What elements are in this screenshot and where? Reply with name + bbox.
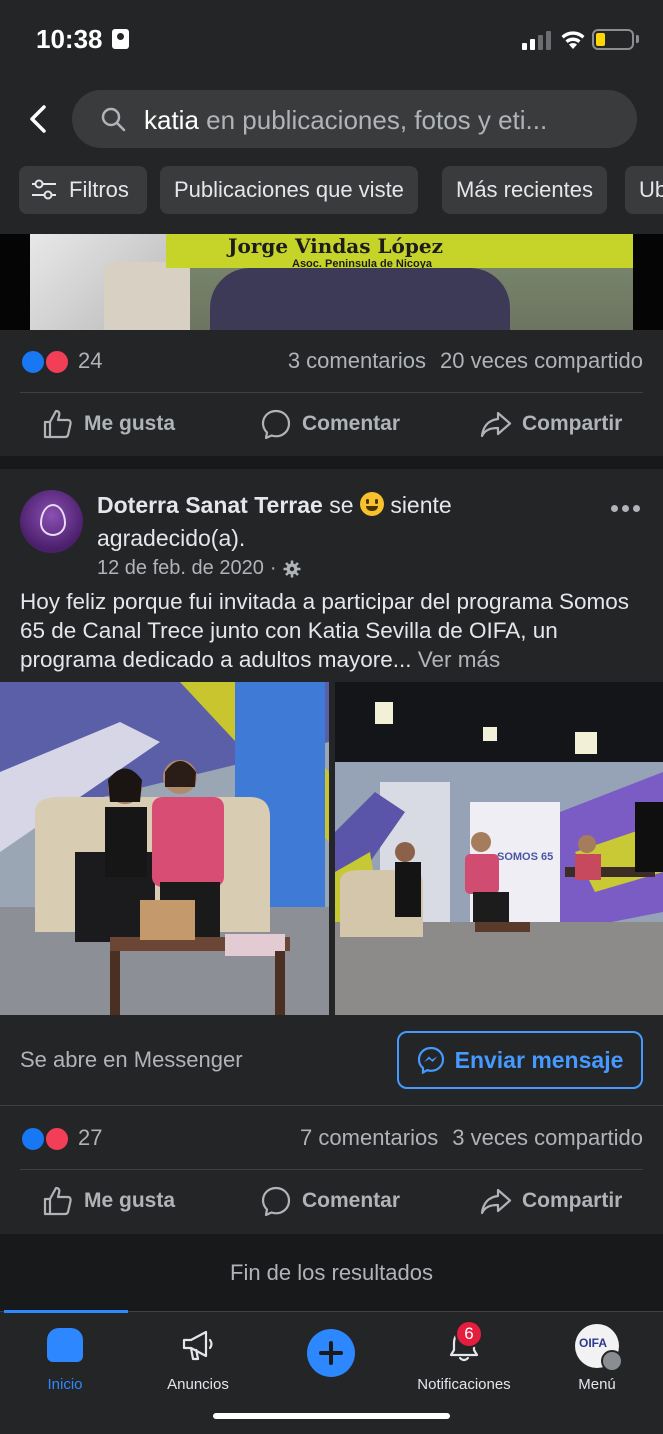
- like-button[interactable]: Me gusta: [42, 1170, 175, 1232]
- video-thumbnail[interactable]: Jorge Vindas López Asoc. Peninsula de Ni…: [0, 234, 663, 330]
- comment-bubble-icon: [261, 409, 291, 440]
- comment-button[interactable]: Comentar: [260, 393, 400, 455]
- avatar-logo-text: OIFA: [579, 1336, 608, 1350]
- chip-label: Publicaciones que viste: [174, 177, 404, 202]
- gear-icon: [283, 560, 300, 577]
- post-actions: Me gusta Comentar Compartir: [0, 1170, 663, 1232]
- post-card: Jorge Vindas López Asoc. Peninsula de Ni…: [0, 234, 663, 456]
- share-button[interactable]: Compartir: [480, 1170, 622, 1232]
- search-icon: [101, 107, 126, 132]
- shares-count[interactable]: 3 veces compartido: [452, 1125, 643, 1150]
- comments-count[interactable]: 3 comentarios: [288, 348, 426, 373]
- post-photo[interactable]: [0, 682, 329, 1015]
- status-bar: 10:38: [0, 0, 663, 80]
- menu-lines-icon: [601, 1350, 623, 1372]
- post-author[interactable]: Doterra Sanat Terrae: [97, 492, 323, 518]
- avatar[interactable]: [20, 490, 83, 553]
- like-button[interactable]: Me gusta: [42, 393, 175, 455]
- thumbs-up-icon: [43, 409, 72, 439]
- shares-count[interactable]: 20 veces compartido: [440, 348, 643, 373]
- chip-label: Ub: [639, 177, 663, 202]
- share-arrow-icon: [480, 1188, 512, 1215]
- reactions-summary[interactable]: 27 7 comentarios 3 veces compartido: [0, 1107, 663, 1169]
- tab-home[interactable]: Inicio: [0, 1312, 130, 1402]
- search-header: katia en publicaciones, fotos y eti... F…: [0, 80, 663, 234]
- video-caption-title: Jorge Vindas López: [228, 234, 443, 258]
- send-message-button[interactable]: Enviar mensaje: [397, 1031, 643, 1089]
- chip-mas-recientes[interactable]: Más recientes: [442, 166, 607, 214]
- feeling-prefix: se: [329, 492, 354, 518]
- love-icon: [44, 1126, 70, 1152]
- share-arrow-icon: [480, 411, 512, 438]
- chip-filtros[interactable]: Filtros: [19, 166, 147, 214]
- reaction-count: 27: [78, 1125, 103, 1150]
- back-arrow-icon[interactable]: [22, 102, 56, 136]
- search-results-feed: Jorge Vindas López Asoc. Peninsula de Ni…: [0, 234, 663, 1311]
- end-of-results: Fin de los resultados: [0, 1234, 663, 1311]
- home-icon: [47, 1328, 83, 1362]
- love-icon: [44, 349, 70, 375]
- reactions-summary[interactable]: 24 3 comentarios 20 veces compartido: [0, 330, 663, 392]
- see-more-link[interactable]: Ver más: [418, 647, 501, 672]
- search-query-text: katia: [144, 105, 199, 135]
- search-hint-text: en publicaciones, fotos y eti...: [198, 105, 548, 135]
- notification-count-badge: 6: [455, 1320, 483, 1348]
- tab-ads[interactable]: Anuncios: [133, 1312, 263, 1402]
- battery-icon: [592, 29, 634, 50]
- share-button[interactable]: Compartir: [480, 393, 622, 455]
- like-icon: [20, 349, 46, 375]
- post-body-text: Hoy feliz porque fui invitada a particip…: [20, 589, 630, 672]
- thumbs-up-icon: [43, 1186, 72, 1216]
- search-input[interactable]: katia en publicaciones, fotos y eti...: [72, 90, 637, 148]
- wifi-icon: [561, 31, 585, 49]
- post-photo[interactable]: SOMOS 65: [335, 682, 663, 1015]
- divider: [0, 1105, 663, 1106]
- contact-card-icon: [112, 29, 129, 49]
- like-icon: [20, 1126, 46, 1152]
- chip-label: Más recientes: [456, 177, 593, 202]
- post-actions: Me gusta Comentar Compartir: [0, 393, 663, 455]
- megaphone-icon: [182, 1330, 213, 1361]
- more-options-icon[interactable]: [611, 505, 641, 513]
- photo-sign: SOMOS 65: [497, 851, 553, 863]
- cellular-signal-icon: [522, 30, 552, 50]
- cta-text: Se abre en Messenger: [20, 1047, 243, 1072]
- messenger-cta: Se abre en Messenger Enviar mensaje: [0, 1015, 663, 1105]
- comment-button[interactable]: Comentar: [260, 1170, 400, 1232]
- tab-create[interactable]: [266, 1312, 396, 1402]
- tab-menu[interactable]: OIFA Menú: [532, 1312, 662, 1402]
- reaction-count: 24: [78, 348, 103, 373]
- filter-sliders-icon: [32, 179, 56, 200]
- tab-notifications[interactable]: 6 Notificaciones: [399, 1312, 529, 1402]
- comment-bubble-icon: [261, 1186, 291, 1217]
- post-card: Doterra Sanat Terrae se siente agradecid…: [0, 469, 663, 1234]
- chip-publicaciones-que-viste[interactable]: Publicaciones que viste: [160, 166, 418, 214]
- status-time: 10:38: [36, 24, 103, 54]
- post-date[interactable]: 12 de feb. de 2020: [97, 557, 264, 580]
- comments-count[interactable]: 7 comentarios: [300, 1125, 438, 1150]
- grinning-face-icon: [359, 492, 384, 516]
- messenger-icon: [417, 1046, 444, 1074]
- plus-icon: [307, 1329, 355, 1377]
- chip-label: Filtros: [69, 177, 129, 202]
- chip-ubicacion[interactable]: Ub: [625, 166, 663, 214]
- home-indicator: [213, 1413, 450, 1419]
